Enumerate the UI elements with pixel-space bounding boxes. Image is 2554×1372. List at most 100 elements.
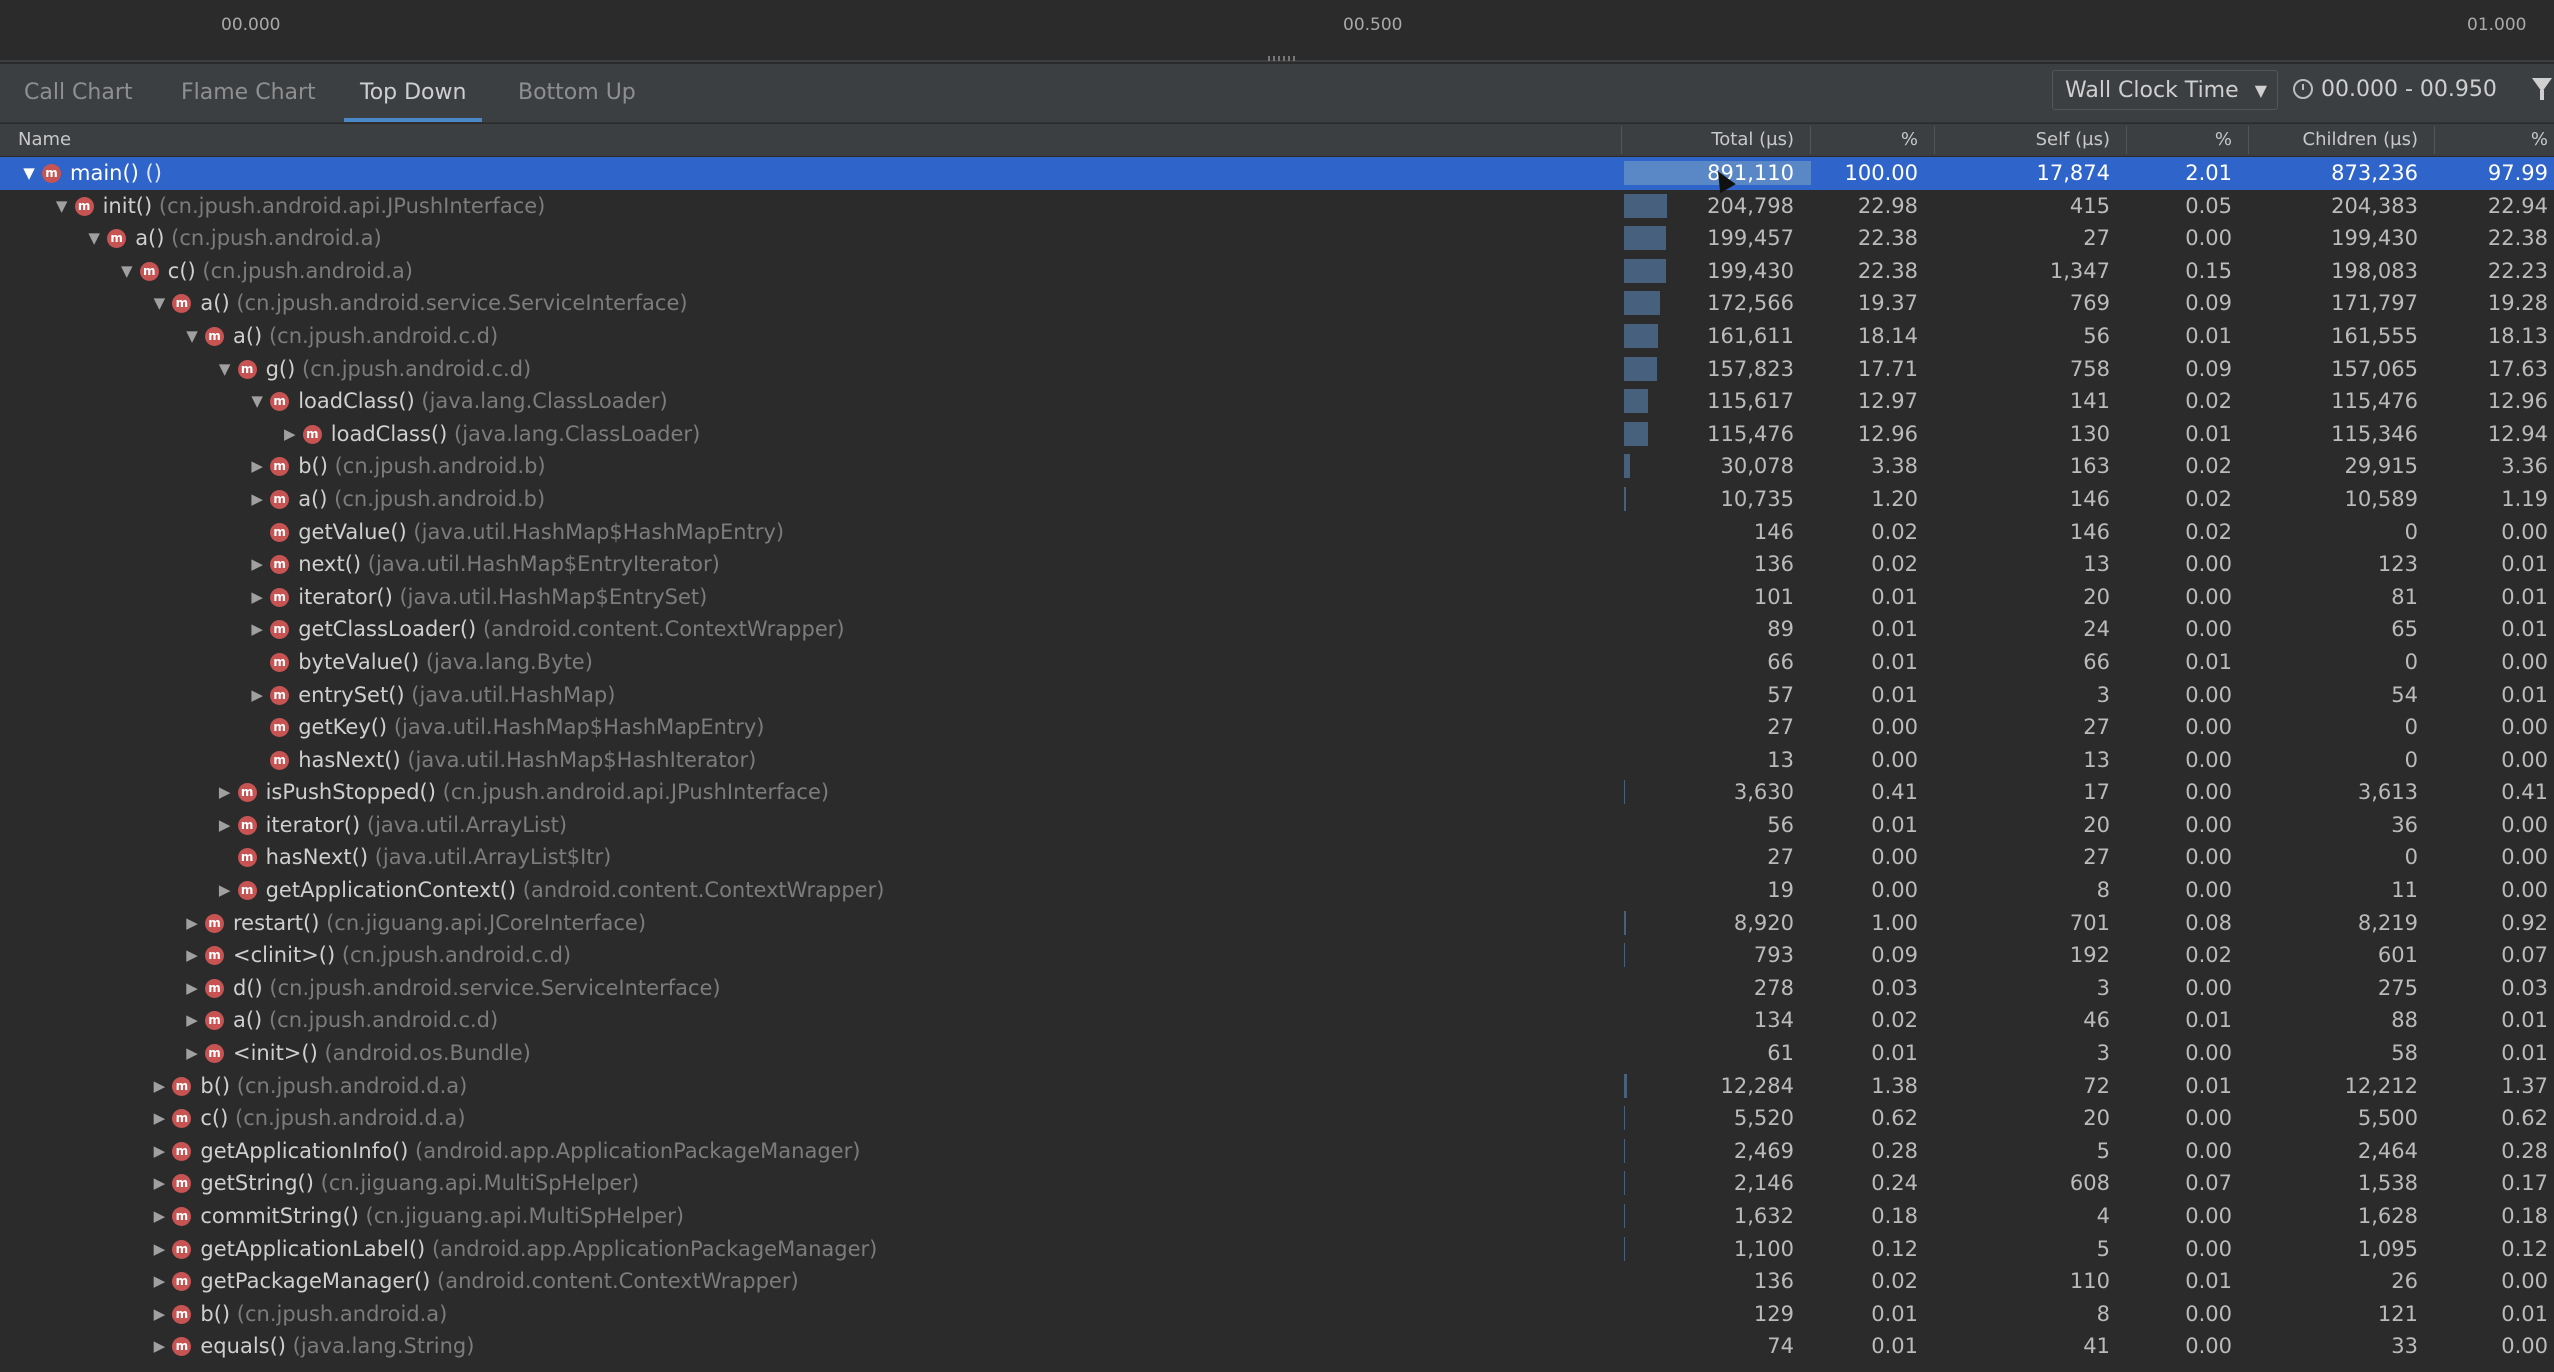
method-icon: m xyxy=(270,489,290,509)
expand-arrow-icon[interactable]: ▶ xyxy=(152,1265,166,1298)
method-class: (cn.jpush.android.a) xyxy=(236,1301,448,1326)
expand-arrow-icon[interactable]: ▶ xyxy=(152,1135,166,1168)
expand-arrow-icon[interactable]: ▶ xyxy=(250,483,264,516)
table-row[interactable]: ▼ m init() (cn.jpush.android.api.JPushInte… xyxy=(0,190,2554,223)
table-row[interactable]: ▼ m c() (cn.jpush.android.a) 199,430 22.38 1,… xyxy=(0,255,2554,288)
clock-type-dropdown[interactable]: Wall Clock Time ▼ xyxy=(2052,70,2278,110)
filter-icon[interactable] xyxy=(2532,78,2552,100)
table-row[interactable]: ▶ m commitString() (cn.jiguang.api.MultiSp… xyxy=(0,1200,2554,1233)
self-cell: 415 xyxy=(2069,193,2110,218)
column-header-self-pct[interactable]: % xyxy=(2126,124,2232,156)
expand-arrow-icon[interactable]: ▶ xyxy=(152,1102,166,1135)
table-row[interactable]: ▼ m main() () 891,110 100.00 17,874 2.01 873,23… xyxy=(0,157,2554,190)
table-row[interactable]: ▶ m iterator() (java.util.ArrayList) 56 0.01… xyxy=(0,809,2554,842)
method-icon: m xyxy=(205,326,224,346)
method-class: (java.lang.ClassLoader) xyxy=(421,389,668,414)
total-cell: 74 xyxy=(1767,1334,1794,1359)
expand-arrow-icon[interactable]: ▶ xyxy=(185,1004,199,1037)
expand-arrow-icon[interactable]: ▶ xyxy=(152,1200,166,1233)
method-class: (cn.jpush.android.d.a) xyxy=(235,1106,466,1131)
table-row[interactable]: ▶ m getString() (cn.jiguang.api.MultiSpHel… xyxy=(0,1167,2554,1200)
table-row[interactable]: ▶ m b() (cn.jpush.android.a) 129 0.01 8 0.00 12… xyxy=(0,1298,2554,1331)
expand-arrow-icon[interactable]: ▶ xyxy=(250,450,264,483)
method-icon: m xyxy=(270,685,290,705)
timeline-ruler[interactable]: 00.000 00.500 01.000 xyxy=(0,0,2554,60)
column-header-children-pct[interactable]: % xyxy=(2434,124,2548,156)
expand-arrow-icon[interactable]: ▶ xyxy=(152,1298,166,1331)
table-row[interactable]: ▼ m a() (cn.jpush.android.a) 199,457 22.38 27… xyxy=(0,222,2554,255)
expand-arrow-icon[interactable]: ▶ xyxy=(283,418,297,451)
expand-arrow-icon[interactable]: ▶ xyxy=(185,1037,199,1070)
method-name: equals() (java.lang.String) xyxy=(200,1330,474,1363)
collapse-arrow-icon[interactable]: ▼ xyxy=(185,320,199,353)
collapse-arrow-icon[interactable]: ▼ xyxy=(87,222,101,255)
column-header-total[interactable]: Total (µs) xyxy=(1622,124,1794,156)
collapse-arrow-icon[interactable]: ▼ xyxy=(22,157,36,190)
table-row[interactable]: ▼ m g() (cn.jpush.android.c.d) 157,823 17.71… xyxy=(0,353,2554,386)
expand-arrow-icon[interactable]: ▶ xyxy=(152,1167,166,1200)
resize-grip-icon[interactable] xyxy=(1268,56,1296,61)
tab-bottom-up[interactable]: Bottom Up xyxy=(518,64,636,122)
table-row[interactable]: ▶ m getApplicationInfo() (android.app.Appl… xyxy=(0,1135,2554,1168)
table-row[interactable]: ▶ m a() (cn.jpush.android.b) 10,735 1.20 146 0… xyxy=(0,483,2554,516)
column-header-children[interactable]: Children (µs) xyxy=(2248,124,2419,156)
table-row[interactable]: ▶ m d() (cn.jpush.android.service.ServiceI… xyxy=(0,972,2554,1005)
collapse-arrow-icon[interactable]: ▼ xyxy=(55,190,69,223)
table-row[interactable]: ▶ m loadClass() (java.lang.ClassLoader) 115… xyxy=(0,418,2554,451)
table-row[interactable]: ▶ m getClassLoader() (android.content.Cont… xyxy=(0,613,2554,646)
collapse-arrow-icon[interactable]: ▼ xyxy=(120,255,134,288)
column-header-name[interactable]: Name xyxy=(18,124,71,156)
table-row[interactable]: ▼ m a() (cn.jpush.android.c.d) 161,611 18.14… xyxy=(0,320,2554,353)
table-row[interactable]: ▶ m isPushStopped() (cn.jpush.android.api.… xyxy=(0,776,2554,809)
table-row[interactable]: ▶ m equals() (java.lang.String) 74 0.01 41 0.0… xyxy=(0,1330,2554,1363)
table-row[interactable]: ▶ m <clinit>() (cn.jpush.android.c.d) 793 0.… xyxy=(0,939,2554,972)
table-row[interactable]: ▶ m getApplicationLabel() (android.app.App… xyxy=(0,1233,2554,1266)
table-row[interactable]: m getKey() (java.util.HashMap$HashMapEntr… xyxy=(0,711,2554,744)
table-row[interactable]: m hasNext() (java.util.ArrayList$Itr) 27 0.… xyxy=(0,841,2554,874)
expand-arrow-icon[interactable]: ▶ xyxy=(218,809,232,842)
table-row[interactable]: ▶ m <init>() (android.os.Bundle) 61 0.01 3 0.0… xyxy=(0,1037,2554,1070)
table-row[interactable]: m byteValue() (java.lang.Byte) 66 0.01 66 0.0… xyxy=(0,646,2554,679)
table-row[interactable]: ▶ m b() (cn.jpush.android.b) 30,078 3.38 163 0… xyxy=(0,450,2554,483)
collapse-arrow-icon[interactable]: ▼ xyxy=(250,385,264,418)
table-row[interactable]: ▶ m getPackageManager() (android.content.C… xyxy=(0,1265,2554,1298)
self-cell: 5 xyxy=(2096,1138,2110,1163)
table-row[interactable]: ▼ m loadClass() (java.lang.ClassLoader) 115… xyxy=(0,385,2554,418)
table-row[interactable]: ▶ m b() (cn.jpush.android.d.a) 12,284 1.38 72… xyxy=(0,1070,2554,1103)
expand-arrow-icon[interactable]: ▶ xyxy=(250,581,264,614)
table-row[interactable]: m hasNext() (java.util.HashMap$HashIterat… xyxy=(0,744,2554,777)
expand-arrow-icon[interactable]: ▶ xyxy=(152,1330,166,1363)
column-header-total-pct[interactable]: % xyxy=(1810,124,1918,156)
table-row[interactable]: ▶ m restart() (cn.jiguang.api.JCoreInterfa… xyxy=(0,907,2554,940)
collapse-arrow-icon[interactable]: ▼ xyxy=(218,353,232,386)
table-row[interactable]: m getValue() (java.util.HashMap$HashMapEn… xyxy=(0,516,2554,549)
expand-arrow-icon[interactable]: ▶ xyxy=(218,874,232,907)
expand-arrow-icon[interactable]: ▶ xyxy=(152,1233,166,1266)
expand-arrow-icon[interactable]: ▶ xyxy=(152,1070,166,1103)
expand-arrow-icon[interactable]: ▶ xyxy=(250,679,264,712)
table-row[interactable]: ▶ m a() (cn.jpush.android.c.d) 134 0.02 46 0.0… xyxy=(0,1004,2554,1037)
collapse-arrow-icon[interactable]: ▼ xyxy=(152,287,166,320)
table-row[interactable]: ▶ m next() (java.util.HashMap$EntryIterato… xyxy=(0,548,2554,581)
method-name: loadClass() (java.lang.ClassLoader) xyxy=(298,385,667,418)
tab-top-down[interactable]: Top Down xyxy=(344,64,483,122)
total-pct-cell: 0.02 xyxy=(1871,552,1918,577)
self-pct-cell: 0.01 xyxy=(2185,1269,2232,1294)
column-header-self[interactable]: Self (µs) xyxy=(1934,124,2110,156)
expand-arrow-icon[interactable]: ▶ xyxy=(250,548,264,581)
expand-arrow-icon[interactable]: ▶ xyxy=(185,907,199,940)
expand-arrow-icon[interactable]: ▶ xyxy=(185,939,199,972)
children-pct-cell: 17.63 xyxy=(2487,356,2548,381)
self-pct-cell: 0.08 xyxy=(2185,910,2232,935)
table-row[interactable]: ▶ m c() (cn.jpush.android.d.a) 5,520 0.62 20 0… xyxy=(0,1102,2554,1135)
table-row[interactable]: ▼ m a() (cn.jpush.android.service.ServiceI… xyxy=(0,287,2554,320)
table-row[interactable]: ▶ m getApplicationContext() (android.conte… xyxy=(0,874,2554,907)
tab-call-chart[interactable]: Call Chart xyxy=(24,64,133,122)
tab-flame-chart[interactable]: Flame Chart xyxy=(181,64,316,122)
expand-arrow-icon[interactable]: ▶ xyxy=(218,776,232,809)
children-cell: 115,346 xyxy=(2331,421,2418,446)
expand-arrow-icon[interactable]: ▶ xyxy=(185,972,199,1005)
table-row[interactable]: ▶ m entrySet() (java.util.HashMap) 57 0.01 3 0… xyxy=(0,679,2554,712)
expand-arrow-icon[interactable]: ▶ xyxy=(250,613,264,646)
table-row[interactable]: ▶ m iterator() (java.util.HashMap$EntrySet… xyxy=(0,581,2554,614)
